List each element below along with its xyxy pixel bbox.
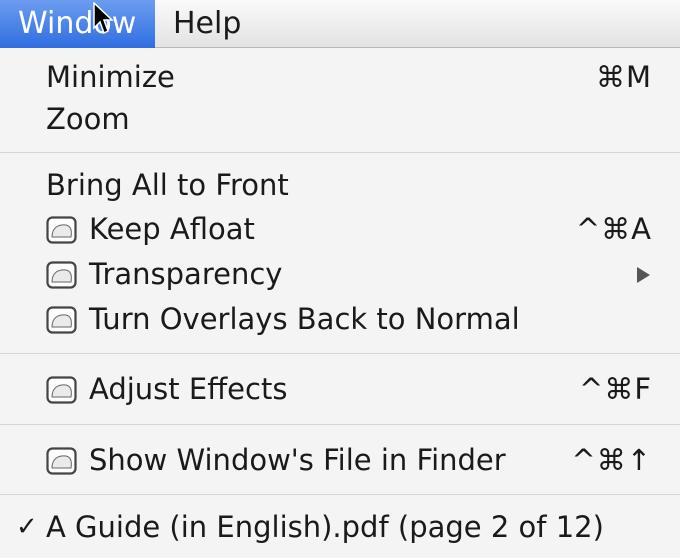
menu-item-open-document[interactable]: ✓ A Guide (in English).pdf (page 2 of 12… (0, 504, 680, 550)
menu-item-zoom[interactable]: Zoom (0, 96, 680, 142)
menu-item-shortcut: ⌘M (595, 60, 652, 94)
menu-item-keep-afloat[interactable]: Keep Afloat ^⌘A (0, 206, 680, 252)
menu-item-label: Zoom (46, 102, 130, 136)
menu-item-label: Transparency (89, 257, 283, 291)
app-icon (46, 216, 77, 244)
menu-item-show-file-in-finder[interactable]: Show Window's File in Finder ^⌘↑ (0, 437, 680, 483)
menu-item-label: Adjust Effects (89, 372, 288, 406)
menu-item-bring-all-to-front[interactable]: Bring All to Front (0, 162, 680, 208)
menu-separator (0, 424, 680, 425)
menu-item-adjust-effects[interactable]: Adjust Effects ^⌘F (0, 366, 680, 412)
menu-item-label: Minimize (46, 60, 175, 94)
app-icon (46, 447, 77, 475)
menu-item-turn-overlays-back-to-normal[interactable]: Turn Overlays Back to Normal (0, 296, 680, 342)
app-icon (46, 376, 77, 404)
window-menu: Minimize ⌘M Zoom Bring All to Front Keep… (0, 48, 680, 558)
menu-item-label: Turn Overlays Back to Normal (89, 302, 520, 336)
menu-bar-help[interactable]: Help (155, 0, 259, 48)
menu-bar: Window Help (0, 0, 680, 48)
menu-separator (0, 353, 680, 354)
menu-item-label: A Guide (in English).pdf (page 2 of 12) (46, 510, 604, 544)
checkmark-icon: ✓ (16, 512, 38, 542)
app-icon (46, 261, 77, 289)
mouse-cursor-icon (93, 2, 114, 35)
menu-item-shortcut: ^⌘A (575, 212, 652, 246)
app-icon (46, 306, 77, 334)
menu-item-label: Bring All to Front (46, 168, 289, 202)
submenu-arrow-icon (637, 267, 650, 283)
menu-item-shortcut: ^⌘↑ (571, 443, 652, 477)
menu-separator (0, 152, 680, 153)
menu-item-shortcut: ^⌘F (579, 372, 652, 406)
menu-item-label: Keep Afloat (89, 212, 255, 246)
menu-item-minimize[interactable]: Minimize ⌘M (0, 54, 680, 100)
menu-bar-window[interactable]: Window (0, 0, 155, 48)
menu-item-transparency[interactable]: Transparency (0, 251, 680, 297)
menu-separator (0, 494, 680, 495)
menu-item-label: Show Window's File in Finder (89, 443, 506, 477)
